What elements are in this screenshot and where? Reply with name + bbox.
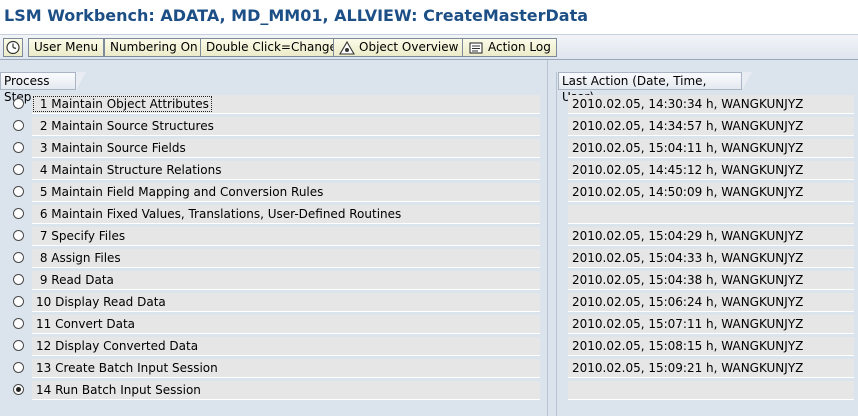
last-action-cell: [568, 205, 854, 224]
step-label[interactable]: 13 Create Batch Input Session: [36, 361, 218, 375]
last-action-value: 2010.02.05, 15:04:33 h, WANGKUNJYZ: [572, 251, 804, 265]
step-radio-button[interactable]: [13, 164, 24, 175]
step-label[interactable]: 9 Read Data: [36, 273, 114, 287]
step-radio-button[interactable]: [13, 142, 24, 153]
title-bar: LSM Workbench: ADATA, MD_MM01, ALLVIEW: …: [0, 0, 858, 32]
last-action-value: 2010.02.05, 14:50:09 h, WANGKUNJYZ: [572, 185, 804, 199]
step-label[interactable]: 3 Maintain Source Fields: [36, 141, 186, 155]
table-row: 2 Maintain Source Structures 2010.02.05, …: [0, 116, 858, 136]
table-row: 3 Maintain Source Fields 2010.02.05, 15:0…: [0, 138, 858, 158]
action-log-icon: [469, 41, 483, 54]
table-row: 10 Display Read Data 2010.02.05, 15:06:24…: [0, 292, 858, 312]
step-label[interactable]: 10 Display Read Data: [36, 295, 166, 309]
step-label[interactable]: 5 Maintain Field Mapping and Conversion …: [36, 185, 324, 199]
action-log-button[interactable]: Action Log: [462, 38, 557, 57]
last-action-value: 2010.02.05, 14:45:12 h, WANGKUNJYZ: [572, 163, 804, 177]
step-radio-button[interactable]: [13, 318, 24, 329]
last-action-header: Last Action (Date, Time, User): [558, 72, 752, 104]
step-radio-button[interactable]: [13, 120, 24, 131]
table-row: 7 Specify Files 2010.02.05, 15:04:29 h, W…: [0, 226, 858, 246]
user-menu-label: User Menu: [34, 40, 99, 54]
last-action-value: 2010.02.05, 15:09:21 h, WANGKUNJYZ: [572, 361, 804, 375]
last-action-value: 2010.02.05, 15:06:24 h, WANGKUNJYZ: [572, 295, 804, 309]
table-row: 5 Maintain Field Mapping and Conversion …: [0, 182, 858, 202]
table-row: 1 Maintain Object Attributes 2010.02.05, …: [0, 94, 858, 114]
step-radio-button[interactable]: [13, 384, 24, 395]
step-radio-button[interactable]: [13, 296, 24, 307]
clock-button[interactable]: [3, 38, 23, 57]
table-row: 13 Create Batch Input Session 2010.02.05,…: [0, 358, 858, 378]
step-radio-button[interactable]: [13, 362, 24, 373]
object-overview-button[interactable]: Object Overview: [333, 38, 465, 57]
last-action-value: 2010.02.05, 15:08:15 h, WANGKUNJYZ: [572, 339, 804, 353]
table-row: 12 Display Converted Data 2010.02.05, 15:…: [0, 336, 858, 356]
step-label[interactable]: 11 Convert Data: [36, 317, 135, 331]
step-label[interactable]: 14 Run Batch Input Session: [36, 383, 201, 397]
last-action-value: 2010.02.05, 15:04:11 h, WANGKUNJYZ: [572, 141, 804, 155]
step-radio-button[interactable]: [13, 274, 24, 285]
step-label[interactable]: 7 Specify Files: [36, 229, 125, 243]
step-label[interactable]: 12 Display Converted Data: [36, 339, 198, 353]
object-overview-icon: [339, 40, 355, 55]
double-click-change-label: Double Click=Change: [206, 40, 337, 54]
double-click-change-button[interactable]: Double Click=Change: [200, 38, 343, 57]
object-overview-label: Object Overview: [359, 40, 459, 54]
last-action-value: 2010.02.05, 14:30:34 h, WANGKUNJYZ: [572, 97, 804, 111]
step-label[interactable]: 8 Assign Files: [36, 251, 121, 265]
step-radio-button[interactable]: [13, 208, 24, 219]
last-action-value: 2010.02.05, 15:04:38 h, WANGKUNJYZ: [572, 273, 804, 287]
step-label[interactable]: 2 Maintain Source Structures: [36, 119, 214, 133]
application-toolbar: User Menu Numbering On Double Click=Chan…: [0, 34, 858, 60]
user-menu-button[interactable]: User Menu: [28, 38, 105, 57]
table-row: 4 Maintain Structure Relations 2010.02.05…: [0, 160, 858, 180]
last-action-value: 2010.02.05, 15:07:11 h, WANGKUNJYZ: [572, 317, 804, 331]
step-radio-button[interactable]: [13, 340, 24, 351]
step-label[interactable]: 1 Maintain Object Attributes: [33, 96, 212, 112]
step-radio-button[interactable]: [13, 186, 24, 197]
table-row: 6 Maintain Fixed Values, Translations, U…: [0, 204, 858, 224]
step-radio-button[interactable]: [13, 252, 24, 263]
step-label[interactable]: 4 Maintain Structure Relations: [36, 163, 222, 177]
table-row: 14 Run Batch Input Session: [0, 380, 858, 400]
step-label[interactable]: 6 Maintain Fixed Values, Translations, U…: [36, 207, 401, 221]
table-row: 8 Assign Files 2010.02.05, 15:04:33 h, WA…: [0, 248, 858, 268]
action-log-label: Action Log: [488, 40, 551, 54]
last-action-cell: [568, 381, 854, 400]
last-action-value: 2010.02.05, 15:04:29 h, WANGKUNJYZ: [572, 229, 804, 243]
step-radio-button[interactable]: [13, 98, 24, 109]
process-step-header: Process Step: [0, 72, 86, 104]
step-radio-button[interactable]: [13, 230, 24, 241]
clock-icon: [6, 40, 20, 55]
window-title: LSM Workbench: ADATA, MD_MM01, ALLVIEW: …: [4, 6, 589, 25]
last-action-value: 2010.02.05, 14:34:57 h, WANGKUNJYZ: [572, 119, 804, 133]
numbering-on-button[interactable]: Numbering On: [104, 38, 204, 57]
table-row: 9 Read Data 2010.02.05, 15:04:38 h, WANGK…: [0, 270, 858, 290]
numbering-on-label: Numbering On: [110, 40, 198, 54]
table-row: 11 Convert Data 2010.02.05, 15:07:11 h, W…: [0, 314, 858, 334]
